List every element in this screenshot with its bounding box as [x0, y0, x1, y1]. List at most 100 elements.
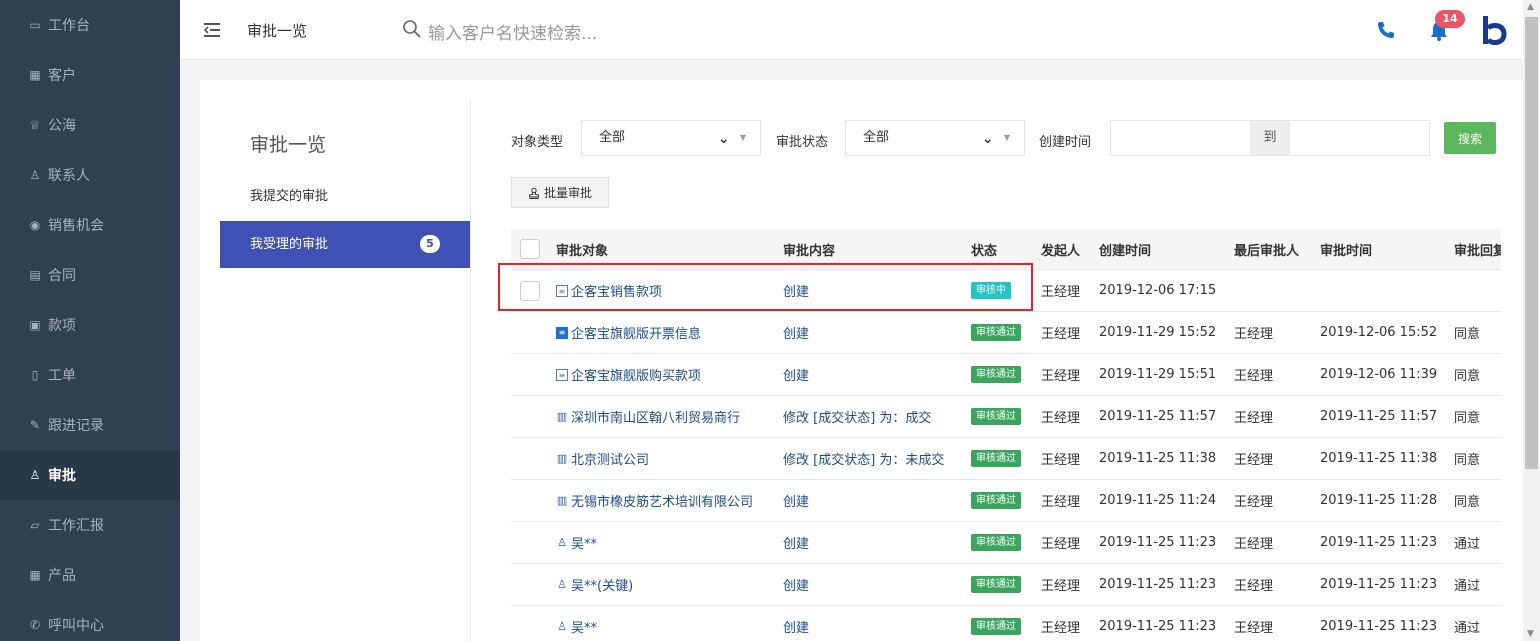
last-approver: 王经理 [1234, 579, 1274, 594]
table-header: 审批对象 审批内容 状态 发起人 创建时间 最后审批人 审批时间 审批回复 [511, 229, 1501, 270]
sidebar-item-11[interactable]: ▦ 产品 [0, 550, 180, 600]
sidebar-item-7[interactable]: ▯ 工单 [0, 350, 180, 400]
table-row[interactable]: ≡ 企客宝销售款项 创建 审核中 王经理 2019-12-06 17:15 [511, 270, 1501, 312]
status-cell: 审核通过 [971, 522, 1021, 563]
phone-icon[interactable] [1376, 20, 1396, 40]
sidebar-item-5[interactable]: ▤ 合同 [0, 250, 180, 300]
status-cell: 审核通过 [971, 396, 1021, 437]
status-badge: 审核通过 [971, 408, 1021, 425]
table-row[interactable]: ≡ 企客宝旗舰版开票信息 创建 审核通过 王经理 2019-11-29 15:52 王经理 2… [511, 312, 1501, 354]
batch-approve-label: 批量审批 [543, 186, 592, 200]
object-link[interactable]: ≡ 企客宝旗舰版购买款项 [556, 354, 701, 395]
chevron-down-icon: ⌄ [717, 129, 730, 147]
phone-icon: ✆ [29, 618, 41, 632]
panel-title: 审批一览 [250, 134, 327, 156]
header-initiator: 发起人 [1041, 243, 1081, 259]
scroll-thumb[interactable] [1525, 17, 1538, 469]
table-row[interactable]: ▥ 北京测试公司 修改 [成交状态] 为：未成交 审核通过 王经理 2019-11-25 … [511, 438, 1501, 480]
status-value: 全部 [863, 130, 890, 145]
contact-icon: ♙ [557, 619, 567, 633]
approval-content[interactable]: 创建 [783, 270, 809, 311]
approval-content[interactable]: 创建 [783, 606, 809, 641]
initiator: 王经理 [1041, 579, 1081, 594]
object-link[interactable]: ♙ 吴** [556, 606, 597, 641]
initiator: 王经理 [1041, 495, 1081, 510]
object-type-value: 全部 [599, 130, 626, 145]
status-select[interactable]: 全部 ⌄ ▼ [845, 120, 1025, 156]
created-time: 2019-11-25 11:23 [1099, 535, 1217, 550]
sidebar-item-9[interactable]: ♙ 审批 [0, 450, 180, 500]
table-row[interactable]: ♙ 吴** 创建 审核通过 王经理 2019-11-25 11:23 王经理 2019-11-… [511, 606, 1501, 641]
badge-icon: ♕ [29, 118, 41, 132]
approval-content[interactable]: 创建 [783, 480, 809, 521]
sidebar-item-label: 工作汇报 [48, 518, 104, 534]
object-link[interactable]: ▥ 无锡市橡皮筋艺术培训有限公司 [556, 480, 753, 521]
nav-my-received[interactable]: 我受理的审批 5 [220, 221, 470, 268]
sidebar-item-8[interactable]: ✎ 跟进记录 [0, 400, 180, 450]
company-icon: ▥ [556, 451, 568, 465]
sidebar-item-0[interactable]: ▭ 工作台 [0, 0, 180, 50]
status-badge: 审核通过 [971, 576, 1021, 593]
sidebar-item-6[interactable]: ▣ 款项 [0, 300, 180, 350]
approved-time: 2019-11-25 11:23 [1320, 577, 1438, 592]
status-badge: 审核通过 [971, 492, 1021, 509]
object-type-label: 对象类型 [511, 135, 564, 150]
header-content: 审批内容 [783, 243, 836, 259]
invoice-icon: ≡ [556, 326, 568, 339]
table-row[interactable]: ♙ 吴** 创建 审核通过 王经理 2019-11-25 11:23 王经理 2019-11-… [511, 522, 1501, 564]
approval-content[interactable]: 创建 [783, 522, 809, 563]
object-name: 企客宝旗舰版开票信息 [571, 327, 702, 342]
table-row[interactable]: ≡ 企客宝旗舰版购买款项 创建 审核通过 王经理 2019-11-29 15:51 王经理 2… [511, 354, 1501, 396]
page-title: 审批一览 [247, 22, 308, 40]
object-link[interactable]: ♙ 吴** [556, 522, 597, 563]
start-date-input[interactable] [1110, 120, 1251, 156]
customer-search-input[interactable] [428, 20, 828, 48]
sidebar-item-4[interactable]: ◉ 销售机会 [0, 200, 180, 250]
search-button[interactable]: 搜索 [1444, 122, 1496, 154]
row-checkbox[interactable] [520, 280, 540, 301]
brand-logo-icon[interactable] [1480, 14, 1508, 48]
object-name: 北京测试公司 [571, 453, 650, 468]
sidebar-item-3[interactable]: ♙ 联系人 [0, 150, 180, 200]
approval-content[interactable]: 创建 [783, 354, 809, 395]
table-row[interactable]: ▥ 无锡市橡皮筋艺术培训有限公司 创建 审核通过 王经理 2019-11-25 11:24… [511, 480, 1501, 522]
object-link[interactable]: ▥ 深圳市南山区翰八利贸易商行 [556, 396, 740, 437]
created-time: 2019-11-25 11:23 [1099, 577, 1217, 592]
initiator: 王经理 [1041, 285, 1081, 300]
sidebar-item-label: 跟进记录 [48, 418, 104, 434]
table-row[interactable]: ♙ 吴**(关键) 创建 审核通过 王经理 2019-11-25 11:23 王经理 2019… [511, 564, 1501, 606]
approval-content[interactable]: 创建 [783, 564, 809, 605]
object-link[interactable]: ≡ 企客宝旗舰版开票信息 [556, 312, 701, 353]
grid-icon: ▦ [29, 568, 41, 582]
approval-reply: 同意 [1454, 495, 1481, 510]
object-type-select[interactable]: 全部 ⌄ ▼ [581, 120, 761, 156]
object-link[interactable]: ♙ 吴**(关键) [556, 564, 633, 605]
last-approver: 王经理 [1234, 537, 1274, 552]
sidebar-item-2[interactable]: ♕ 公海 [0, 100, 180, 150]
object-link[interactable]: ▥ 北京测试公司 [556, 438, 649, 479]
nav-my-submitted[interactable]: 我提交的审批 [220, 173, 470, 220]
end-date-input[interactable] [1289, 120, 1430, 156]
created-time: 2019-11-29 15:51 [1099, 367, 1217, 382]
header-object: 审批对象 [556, 243, 609, 259]
caret-down-icon: ▼ [1003, 133, 1010, 142]
batch-approve-button[interactable]: 批量审批 [511, 177, 609, 208]
select-all-checkbox[interactable] [520, 239, 540, 259]
header-created: 创建时间 [1099, 243, 1152, 259]
scroll-up-arrow-icon[interactable]: ▲ [1527, 2, 1534, 12]
approval-content[interactable]: 创建 [783, 312, 809, 353]
approval-content[interactable]: 修改 [成交状态] 为：未成交 [783, 438, 944, 479]
scroll-down-arrow-icon[interactable]: ▼ [1527, 629, 1534, 639]
object-name: 吴**(关键) [571, 579, 634, 594]
approval-content[interactable]: 修改 [成交状态] 为：成交 [783, 396, 931, 437]
table-row[interactable]: ▥ 深圳市南山区翰八利贸易商行 修改 [成交状态] 为：成交 审核通过 王经理 2019-… [511, 396, 1501, 438]
sidebar-item-1[interactable]: ▦ 客户 [0, 50, 180, 100]
sidebar-item-12[interactable]: ✆ 呼叫中心 [0, 600, 180, 641]
created-time-label: 创建时间 [1039, 135, 1092, 150]
menu-toggle-icon[interactable] [202, 20, 222, 40]
page-scrollbar[interactable]: ▲ ▼ [1523, 0, 1540, 641]
sidebar-item-10[interactable]: ▱ 工作汇报 [0, 500, 180, 550]
object-link[interactable]: ≡ 企客宝销售款项 [556, 270, 662, 311]
status-cell: 审核通过 [971, 438, 1021, 479]
created-time: 2019-11-25 11:38 [1099, 451, 1217, 466]
